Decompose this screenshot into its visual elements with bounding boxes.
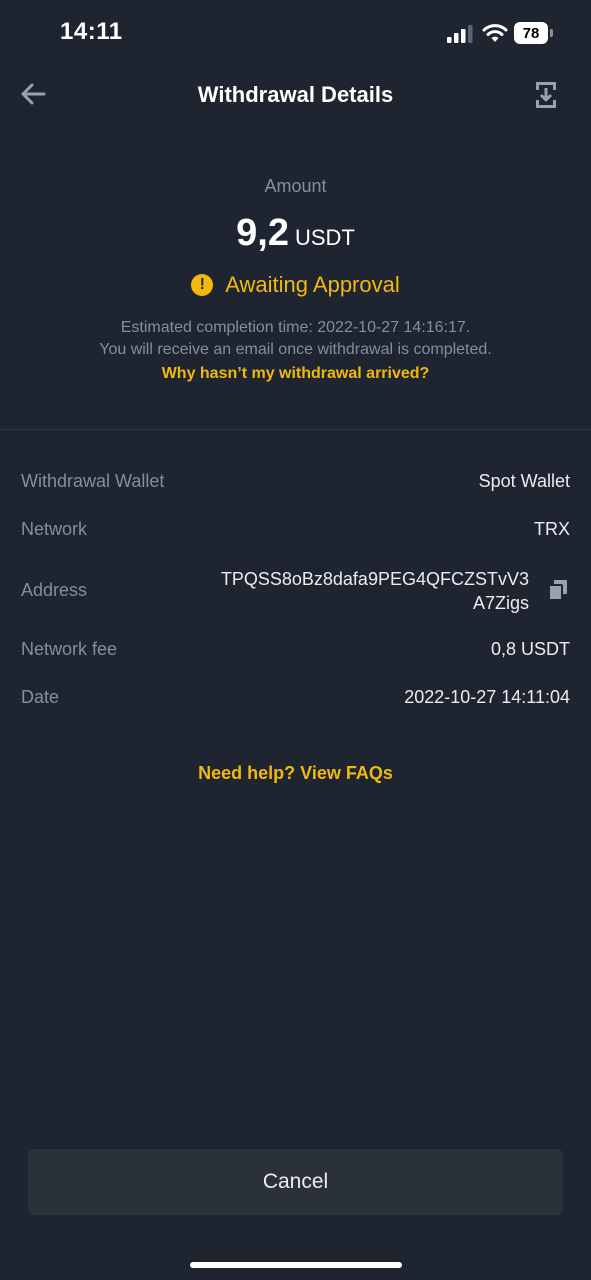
amount-unit: USDT (294, 225, 355, 250)
header: Withdrawal Details (0, 66, 591, 126)
section-divider (0, 429, 591, 430)
copy-icon[interactable] (548, 579, 568, 601)
email-notice-text: You will receive an email once withdrawa… (99, 341, 492, 358)
battery-tip (550, 29, 553, 37)
wallet-value: Spot Wallet (478, 471, 570, 491)
date-value: 2022-10-27 14:11:04 (404, 687, 570, 707)
amount-row: 9,2 USDT (0, 212, 591, 255)
fee-label: Network fee (21, 639, 118, 659)
cellular-signal-icon (447, 25, 473, 43)
amount-label: Amount (264, 176, 327, 196)
battery-icon: 78 (514, 22, 554, 44)
status-time: 14:11 (60, 18, 123, 45)
warning-icon: ! (191, 274, 214, 296)
address-value: TPQSS8oBz8dafa9PEG4QFCZSTvV3A7Zigs (220, 569, 529, 613)
cancel-button[interactable]: Cancel (28, 1149, 563, 1215)
address-label: Address (21, 580, 88, 600)
download-share-icon[interactable] (530, 78, 562, 112)
home-indicator[interactable] (190, 1262, 402, 1268)
faq-link[interactable]: Need help? View FAQs (0, 763, 591, 784)
why-not-arrived-link[interactable]: Why hasn’t my withdrawal arrived? (0, 365, 591, 383)
network-value: TRX (534, 519, 570, 539)
estimated-completion-text: Estimated completion time: 2022-10-27 14… (120, 319, 471, 336)
withdrawal-status: ! Awaiting Approval (0, 272, 591, 298)
battery-level: 78 (514, 22, 548, 44)
status-bar: 14:11 78 (0, 0, 591, 66)
status-text: Awaiting Approval (225, 272, 400, 297)
date-label: Date (21, 687, 60, 707)
wifi-icon (482, 24, 508, 42)
network-label: Network (21, 519, 88, 539)
page-title: Withdrawal Details (197, 82, 394, 107)
amount-value: 9,2 (236, 212, 289, 254)
detail-row-address: Address TPQSS8oBz8dafa9PEG4QFCZSTvV3A7Zi… (21, 567, 570, 615)
wallet-label: Withdrawal Wallet (21, 471, 165, 491)
fee-value: 0,8 USDT (490, 639, 570, 659)
